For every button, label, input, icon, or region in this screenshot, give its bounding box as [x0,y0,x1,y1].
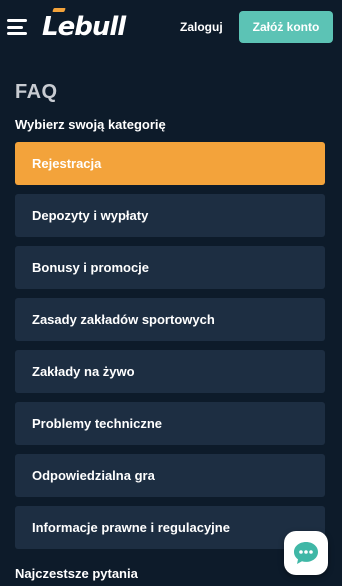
menu-line [7,32,27,35]
register-button[interactable]: Załóż konto [239,11,333,43]
category-item-responsible-gaming[interactable]: Odpowiedzialna gra [15,454,325,497]
login-link[interactable]: Zaloguj [180,18,223,36]
category-item-deposits[interactable]: Depozyty i wypłaty [15,194,325,237]
category-item-technical[interactable]: Problemy techniczne [15,402,325,445]
brand-logo[interactable]: Lebull [42,12,126,42]
category-heading: Wybierz swoją kategorię [15,117,166,132]
popular-questions-heading: Najczestsze pytania [15,566,138,581]
faq-page: Lebull Zaloguj Załóż konto FAQ Wybierz s… [0,0,342,586]
page-title: FAQ [15,81,58,103]
category-item-sports-rules[interactable]: Zasady zakładów sportowych [15,298,325,341]
category-item-registration[interactable]: Rejestracja [15,142,325,185]
chat-bubble-icon [294,542,318,564]
menu-line [7,25,23,29]
category-item-live-bets[interactable]: Zakłady na żywo [15,350,325,393]
category-item-bonuses[interactable]: Bonusy i promocje [15,246,325,289]
chat-button[interactable] [284,531,328,575]
menu-line [7,19,27,22]
category-list: Rejestracja Depozyty i wypłaty Bonusy i … [15,142,325,558]
top-header: Lebull Zaloguj Załóż konto [0,0,342,56]
hamburger-menu-icon[interactable] [7,19,27,35]
category-item-legal[interactable]: Informacje prawne i regulacyjne [15,506,325,549]
